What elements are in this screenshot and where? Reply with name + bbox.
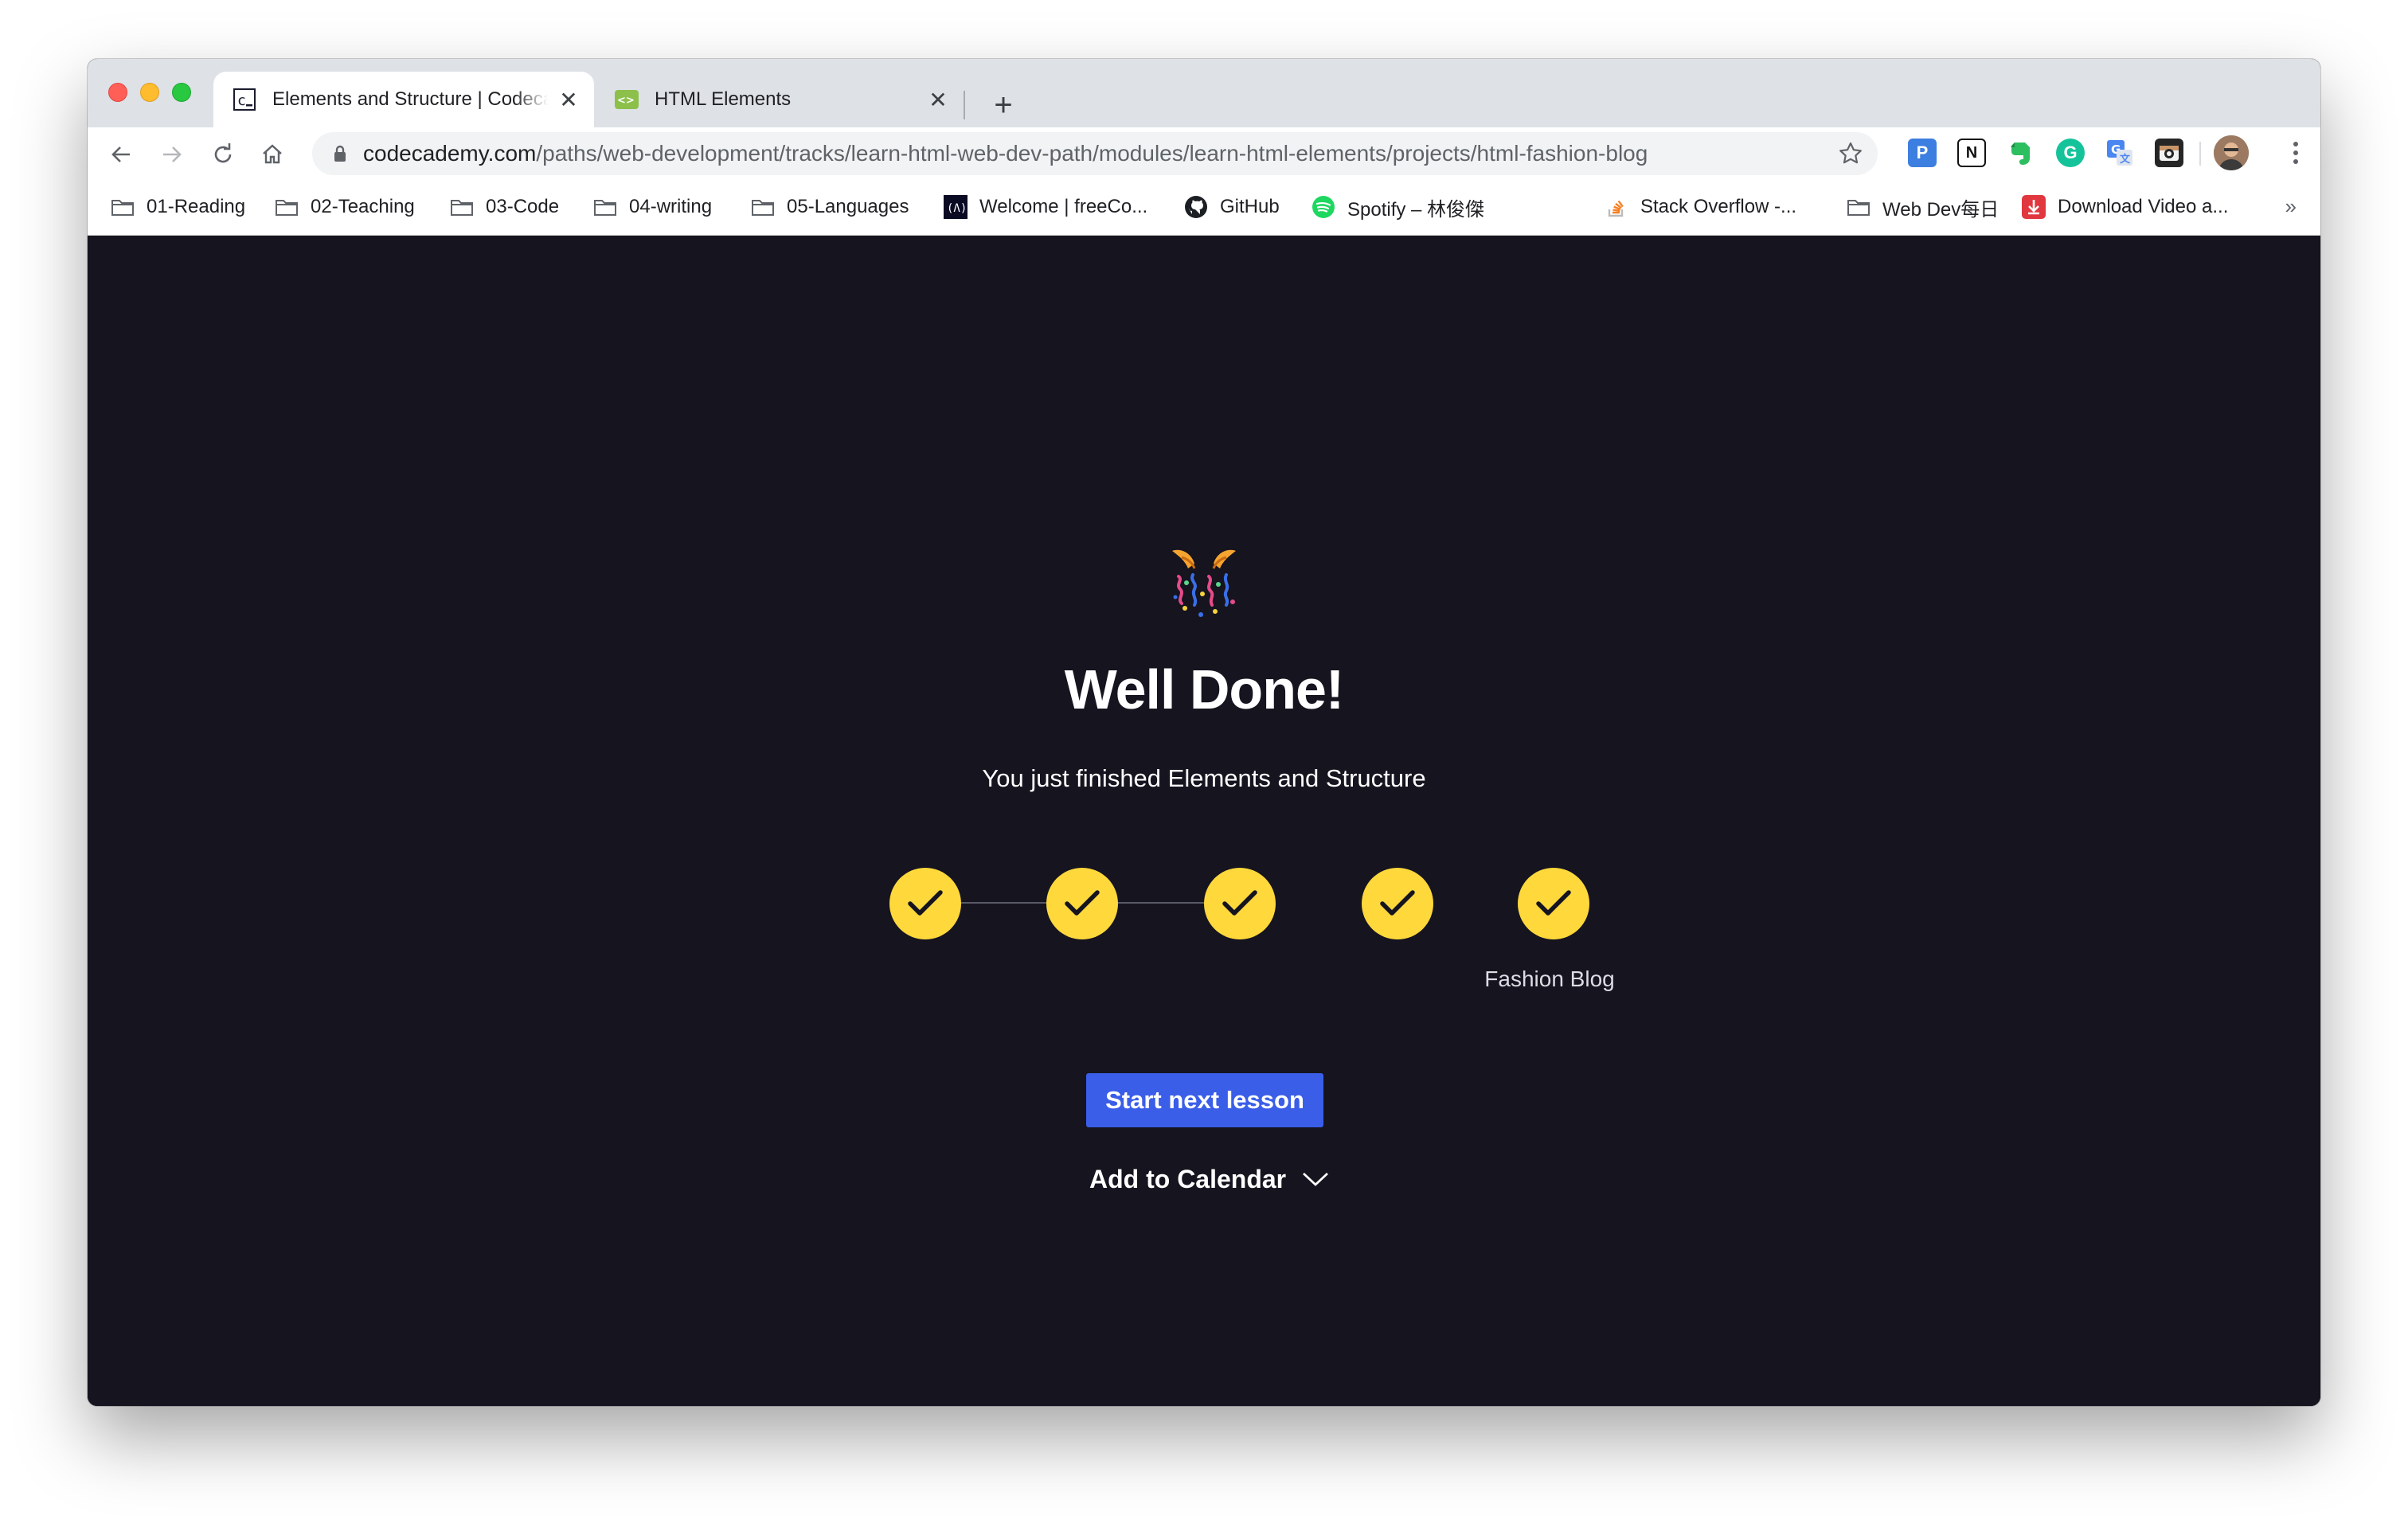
tab-strip: c Elements and Structure | Codecademy ✕ … xyxy=(88,59,2320,127)
folder-icon xyxy=(110,194,135,220)
checkmark-icon xyxy=(1065,890,1100,916)
bookmark-label: Spotify – 林俊傑 xyxy=(1347,198,1485,221)
tab-title: Elements and Structure | Codecademy xyxy=(272,88,548,110)
add-to-calendar-label: Add to Calendar xyxy=(1089,1164,1287,1193)
spotify-icon xyxy=(1311,194,1336,220)
bookmark-star-icon[interactable] xyxy=(1838,141,1863,166)
evernote-icon[interactable] xyxy=(2007,139,2035,167)
headline: Well Done! xyxy=(1064,658,1344,720)
bookmark-03-code[interactable]: 03-Code xyxy=(449,191,559,223)
bookmark-01-reading[interactable]: 01-Reading xyxy=(110,191,245,223)
back-button[interactable] xyxy=(104,137,139,172)
progress-step-2 xyxy=(1046,868,1118,939)
start-next-lesson-button[interactable]: Start next lesson xyxy=(1086,1073,1323,1127)
bookmark-label: 02-Teaching xyxy=(311,196,415,217)
bookmark-label: Stack Overflow -... xyxy=(1640,196,1797,217)
bookmark-spotify[interactable]: Spotify – 林俊傑 xyxy=(1311,191,1484,223)
folder-icon xyxy=(274,194,299,220)
checkmark-icon xyxy=(908,890,943,916)
bookmark-web-dev[interactable]: Web Dev每日 xyxy=(1846,191,1999,223)
bookmark-label: Download Video a... xyxy=(2058,196,2229,217)
arrow-right-icon xyxy=(163,146,182,162)
close-icon[interactable]: ✕ xyxy=(556,87,581,112)
svg-text:(Λ): (Λ) xyxy=(947,202,967,215)
folder-icon xyxy=(592,194,618,220)
forward-button[interactable] xyxy=(154,137,190,172)
grammarly-icon[interactable]: G xyxy=(2056,139,2085,167)
window-minimize-button[interactable] xyxy=(140,83,159,102)
window-maximize-button[interactable] xyxy=(172,83,191,102)
url-path: /paths/web-development/tracks/learn-html… xyxy=(536,141,1648,166)
bookmark-stack-overflow[interactable]: Stack Overflow -... xyxy=(1604,191,1796,223)
home-icon xyxy=(263,144,282,164)
bookmark-04-writing[interactable]: 04-writing xyxy=(592,191,712,223)
bookmark-label: 05-Languages xyxy=(787,196,909,217)
lock-icon xyxy=(333,145,347,162)
tab-title: HTML Elements xyxy=(655,88,792,110)
svg-text:<>: <> xyxy=(617,95,635,107)
bookmark-label: Welcome | freeCo... xyxy=(979,196,1148,217)
browser-toolbar: codecademy.com/paths/web-development/tra… xyxy=(88,127,2320,180)
tab-elements-and-structure[interactable]: c Elements and Structure | Codecademy ✕ xyxy=(213,72,594,127)
bookmark-05-languages[interactable]: 05-Languages xyxy=(750,191,909,223)
bookmark-02-teaching[interactable]: 02-Teaching xyxy=(274,191,415,223)
add-to-calendar-dropdown[interactable]: Add to Calendar xyxy=(1089,1159,1329,1199)
stackoverflow-icon xyxy=(1604,194,1629,220)
progress-step-3 xyxy=(1204,868,1276,939)
checkmark-icon xyxy=(1222,890,1257,916)
tab-html-elements[interactable]: <> HTML Elements ✕ xyxy=(596,72,964,127)
bookmark-label: 01-Reading xyxy=(147,196,246,217)
reload-button[interactable] xyxy=(205,137,240,172)
translate-icon[interactable]: G文 xyxy=(2105,139,2134,167)
checkmark-icon xyxy=(1380,890,1415,916)
address-bar[interactable]: codecademy.com/paths/web-development/tra… xyxy=(312,132,1878,175)
freecodecamp-icon: (Λ) xyxy=(943,194,968,220)
browser-window: c Elements and Structure | Codecademy ✕ … xyxy=(88,59,2320,1406)
bookmark-label: Web Dev每日 xyxy=(1882,198,2000,221)
bookmark-github[interactable]: GitHub xyxy=(1183,191,1280,223)
url-host: codecademy.com xyxy=(363,141,537,166)
completion-message: You just finished Elements and Structure xyxy=(982,764,1426,792)
url-text: codecademy.com/paths/web-development/tra… xyxy=(363,141,1648,166)
new-tab-button[interactable]: + xyxy=(983,84,1024,126)
arrow-left-icon xyxy=(111,146,130,162)
notion-icon[interactable]: N xyxy=(1957,139,1986,167)
folder-icon xyxy=(750,194,776,220)
party-popper-icon xyxy=(1164,545,1244,624)
codecademy-icon: c xyxy=(233,88,256,111)
browser-menu-button[interactable] xyxy=(2293,142,2298,164)
step-label-fashion-blog: Fashion Blog xyxy=(1484,967,1615,991)
lesson-complete-page: Well Done! You just finished Elements an… xyxy=(88,236,2320,1406)
html-elements-icon: <> xyxy=(615,88,639,111)
progress-step-4 xyxy=(1362,868,1433,939)
bookmark-download-video[interactable]: Download Video a... xyxy=(2021,191,2228,223)
bookmark-label: GitHub xyxy=(1220,196,1280,217)
bookmark-freecodecamp[interactable]: (Λ) Welcome | freeCo... xyxy=(943,191,1147,223)
p-icon[interactable]: P xyxy=(1908,139,1937,167)
chevron-down-icon xyxy=(1303,1172,1329,1186)
bookmarks-bar: 01-Reading 02-Teaching 03-Code 04-writin… xyxy=(88,180,2320,236)
folder-icon xyxy=(449,194,475,220)
bookmark-label: 04-writing xyxy=(629,196,713,217)
bookmark-label: 03-Code xyxy=(486,196,560,217)
checkmark-icon xyxy=(1536,890,1571,916)
github-icon xyxy=(1183,194,1209,220)
tab-separator xyxy=(964,91,965,119)
home-button[interactable] xyxy=(255,137,290,172)
bookmarks-overflow-button[interactable]: » xyxy=(2285,194,2297,219)
close-icon[interactable]: ✕ xyxy=(925,87,951,112)
folder-icon xyxy=(1846,194,1871,220)
progress-step-5 xyxy=(1518,868,1589,939)
camera-icon[interactable] xyxy=(2155,139,2183,167)
svg-text:文: 文 xyxy=(2120,153,2131,166)
reload-icon xyxy=(214,143,232,163)
avatar[interactable] xyxy=(2214,135,2249,170)
download-icon xyxy=(2021,194,2046,220)
window-close-button[interactable] xyxy=(108,83,127,102)
svg-text:c: c xyxy=(237,92,246,109)
toolbar-divider xyxy=(2199,142,2201,166)
progress-step-1 xyxy=(889,868,961,939)
